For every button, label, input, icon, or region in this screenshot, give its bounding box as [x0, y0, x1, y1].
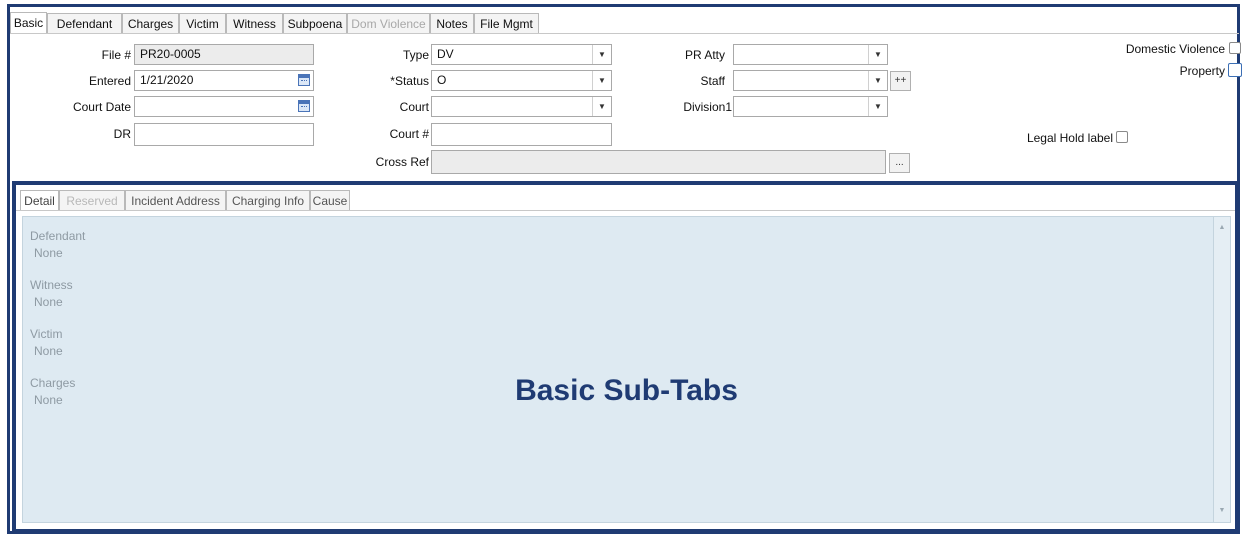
- tab-defendant[interactable]: Defendant: [47, 13, 122, 33]
- status-value: O: [437, 73, 447, 87]
- victim-heading: Victim: [30, 327, 63, 341]
- chevron-down-icon[interactable]: ▼: [592, 71, 611, 90]
- court-no-field[interactable]: [431, 123, 612, 146]
- type-value: DV: [437, 47, 454, 61]
- tab-dom-violence: Dom Violence: [347, 13, 430, 33]
- division1-combo[interactable]: ▼: [733, 96, 888, 117]
- pr-atty-combo[interactable]: ▼: [733, 44, 888, 65]
- chevron-down-icon[interactable]: ▼: [592, 45, 611, 64]
- file-no-field[interactable]: PR20-0005: [134, 44, 314, 65]
- entered-label: Entered: [88, 74, 131, 88]
- scroll-down-icon[interactable]: ▼: [1214, 504, 1230, 518]
- top-tab-bar: Basic Defendant Charges Victim Witness S…: [10, 11, 1239, 34]
- chevron-down-icon[interactable]: ▼: [868, 71, 887, 90]
- file-no-label: File #: [101, 48, 131, 62]
- chevron-down-icon[interactable]: ▼: [592, 97, 611, 116]
- basic-sub-tabs-annotation: Basic Sub-Tabs: [515, 374, 738, 407]
- detail-content: Defendant None Witness None Victim None …: [22, 216, 1231, 523]
- chevron-down-icon[interactable]: ▼: [868, 97, 887, 116]
- staff-label: Staff: [700, 74, 725, 88]
- calendar-icon[interactable]: [298, 100, 310, 112]
- status-label: *Status: [390, 74, 429, 88]
- cross-ref-browse-button[interactable]: ...: [889, 153, 910, 173]
- domestic-violence-checkbox[interactable]: [1229, 42, 1241, 54]
- division1-label: Division1: [683, 100, 732, 114]
- court-label: Court: [399, 100, 429, 114]
- sub-tabs-panel: Detail Reserved Incident Address Chargin…: [12, 181, 1239, 533]
- calendar-icon[interactable]: [298, 74, 310, 86]
- scroll-up-icon[interactable]: ▲: [1214, 221, 1230, 235]
- tab-reserved: Reserved: [59, 190, 125, 210]
- dr-label: DR: [113, 127, 131, 141]
- tab-file-mgmt[interactable]: File Mgmt: [474, 13, 539, 33]
- tab-incident-address[interactable]: Incident Address: [125, 190, 226, 210]
- pr-atty-label: PR Atty: [684, 48, 725, 62]
- cross-ref-label: Cross Ref: [375, 155, 429, 169]
- court-date-label: Court Date: [72, 100, 131, 114]
- tab-witness[interactable]: Witness: [226, 13, 283, 33]
- legal-hold-checkbox[interactable]: [1116, 131, 1128, 143]
- tab-subpoena[interactable]: Subpoena: [283, 13, 347, 33]
- type-combo[interactable]: DV ▼: [431, 44, 612, 65]
- tab-basic[interactable]: Basic: [10, 12, 47, 33]
- chevron-down-icon[interactable]: ▼: [868, 45, 887, 64]
- witness-value: None: [34, 295, 63, 309]
- tab-cause[interactable]: Cause: [310, 190, 350, 210]
- cross-ref-field[interactable]: [431, 150, 886, 174]
- type-label: Type: [402, 48, 429, 62]
- tab-victim[interactable]: Victim: [179, 13, 226, 33]
- victim-value: None: [34, 344, 63, 358]
- defendant-heading: Defendant: [30, 229, 86, 243]
- legal-hold-label: Legal Hold label: [1026, 131, 1113, 145]
- tab-notes[interactable]: Notes: [430, 13, 474, 33]
- tab-charges[interactable]: Charges: [122, 13, 179, 33]
- tab-detail[interactable]: Detail: [20, 190, 59, 210]
- sub-tab-bar: Detail Reserved Incident Address Chargin…: [16, 189, 1235, 211]
- court-date-field[interactable]: [134, 96, 314, 117]
- witness-heading: Witness: [30, 278, 73, 292]
- property-checkbox[interactable]: [1228, 63, 1242, 77]
- court-no-label: Court #: [389, 127, 429, 141]
- property-label: Property: [1179, 64, 1225, 78]
- status-combo[interactable]: O ▼: [431, 70, 612, 91]
- domestic-violence-label: Domestic Violence: [1125, 42, 1225, 56]
- entered-date-value: 1/21/2020: [140, 73, 194, 87]
- entered-date-field[interactable]: 1/21/2020: [134, 70, 314, 91]
- vertical-scrollbar[interactable]: ▲ ▼: [1213, 217, 1230, 522]
- dr-field[interactable]: [134, 123, 314, 146]
- staff-combo[interactable]: ▼: [733, 70, 888, 91]
- staff-add-button[interactable]: ++: [890, 71, 911, 91]
- defendant-value: None: [34, 246, 63, 260]
- court-combo[interactable]: ▼: [431, 96, 612, 117]
- tab-charging-info[interactable]: Charging Info: [226, 190, 310, 210]
